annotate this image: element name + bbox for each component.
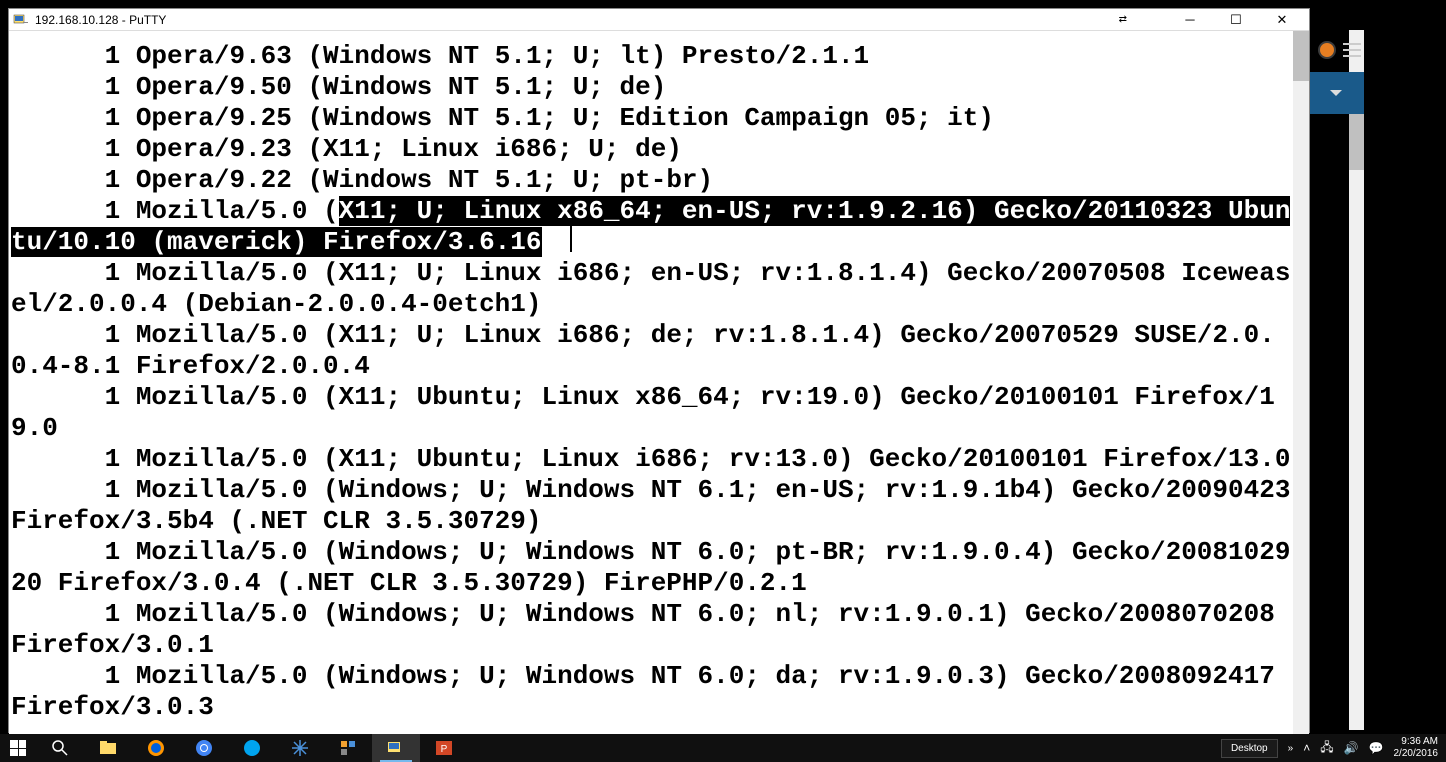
close-button[interactable]: ✕ <box>1259 10 1305 30</box>
tray-chevron-icon[interactable]: » <box>1288 743 1294 754</box>
title-bar[interactable]: 192.168.10.128 - PuTTY ⇄ ─ ☐ ✕ <box>9 9 1309 31</box>
terminal-line[interactable]: 1 Mozilla/5.0 (X11; Ubuntu; Linux x86_64… <box>11 382 1291 444</box>
putty-window: 192.168.10.128 - PuTTY ⇄ ─ ☐ ✕ 1 Opera/9… <box>8 8 1310 733</box>
taskbar-firefox[interactable] <box>132 734 180 762</box>
system-tray[interactable]: Desktop » ˄ 🖧 🔊 💬 9:36 AM 2/20/2016 <box>1213 736 1446 760</box>
background-browser-window <box>1302 0 1446 762</box>
maximize-button[interactable]: ☐ <box>1213 10 1259 30</box>
taskbar-app-blue[interactable] <box>228 734 276 762</box>
terminal-line[interactable]: 1 Mozilla/5.0 (Windows; U; Windows NT 6.… <box>11 661 1291 723</box>
taskbar-clock[interactable]: 9:36 AM 2/20/2016 <box>1394 736 1439 760</box>
terminal-line[interactable]: 1 Mozilla/5.0 (X11; U; Linux i686; de; r… <box>11 320 1291 382</box>
tray-up-arrow-icon[interactable]: ˄ <box>1303 741 1310 755</box>
text-cursor <box>570 226 572 252</box>
terminal-line[interactable]: 1 Mozilla/5.0 (Windows; U; Windows NT 6.… <box>11 599 1291 661</box>
terminal-line[interactable]: 1 Mozilla/5.0 (Windows; U; Windows NT 6.… <box>11 537 1291 599</box>
taskbar[interactable]: P Desktop » ˄ 🖧 🔊 💬 9:36 AM 2/20/2016 <box>0 734 1446 762</box>
action-center-icon[interactable]: 💬 <box>1369 741 1384 755</box>
terminal-selection[interactable]: X11; U; Linux x86_64; en-US; rv:1.9.2.16… <box>11 196 1290 257</box>
browser-extension-icon <box>1318 41 1336 59</box>
hamburger-menu-icon <box>1343 43 1361 57</box>
window-title: 192.168.10.128 - PuTTY <box>35 13 1119 27</box>
browser-scrollbar <box>1349 30 1364 730</box>
terminal-scrollbar[interactable]: ▲ <box>1293 31 1309 734</box>
remote-connection-icon: ⇄ <box>1119 14 1127 25</box>
putty-icon <box>13 12 29 28</box>
terminal-line[interactable]: 1 Opera/9.22 (Windows NT 5.1; U; pt-br) <box>11 165 1291 196</box>
desktop-toolbar-label[interactable]: Desktop <box>1221 739 1278 758</box>
taskbar-putty-active[interactable] <box>372 734 420 762</box>
windows-logo-icon <box>10 740 26 756</box>
start-button[interactable] <box>0 734 36 762</box>
scrollbar-thumb[interactable] <box>1293 31 1309 81</box>
terminal-area[interactable]: 1 Opera/9.63 (Windows NT 5.1; U; lt) Pre… <box>9 31 1309 734</box>
volume-icon[interactable]: 🔊 <box>1344 741 1359 755</box>
taskbar-chrome[interactable] <box>180 734 228 762</box>
terminal-content[interactable]: 1 Opera/9.63 (Windows NT 5.1; U; lt) Pre… <box>9 31 1293 725</box>
terminal-line[interactable]: 1 Opera/9.50 (Windows NT 5.1; U; de) <box>11 72 1291 103</box>
terminal-line[interactable]: 1 Mozilla/5.0 (X11; Ubuntu; Linux i686; … <box>11 444 1291 475</box>
taskbar-powerpoint[interactable]: P <box>420 734 468 762</box>
minimize-button[interactable]: ─ <box>1167 10 1213 30</box>
taskbar-app-snowflake[interactable] <box>276 734 324 762</box>
chevron-down-icon <box>1330 90 1342 96</box>
terminal-line[interactable]: 1 Mozilla/5.0 (X11; U; Linux x86_64; en-… <box>11 196 1291 258</box>
terminal-line[interactable]: 1 Mozilla/5.0 (Windows; U; Windows NT 6.… <box>11 475 1291 537</box>
svg-text:P: P <box>441 744 448 755</box>
taskbar-file-explorer[interactable] <box>84 734 132 762</box>
taskbar-search[interactable] <box>36 734 84 762</box>
terminal-line[interactable]: 1 Opera/9.23 (X11; Linux i686; U; de) <box>11 134 1291 165</box>
browser-dropdown-button <box>1308 72 1364 114</box>
taskbar-app-vm[interactable] <box>324 734 372 762</box>
terminal-line[interactable]: 1 Opera/9.63 (Windows NT 5.1; U; lt) Pre… <box>11 41 1291 72</box>
terminal-line[interactable]: 1 Opera/9.25 (Windows NT 5.1; U; Edition… <box>11 103 1291 134</box>
terminal-line[interactable]: 1 Mozilla/5.0 (X11; U; Linux i686; en-US… <box>11 258 1291 320</box>
network-icon[interactable]: 🖧 <box>1320 738 1333 759</box>
